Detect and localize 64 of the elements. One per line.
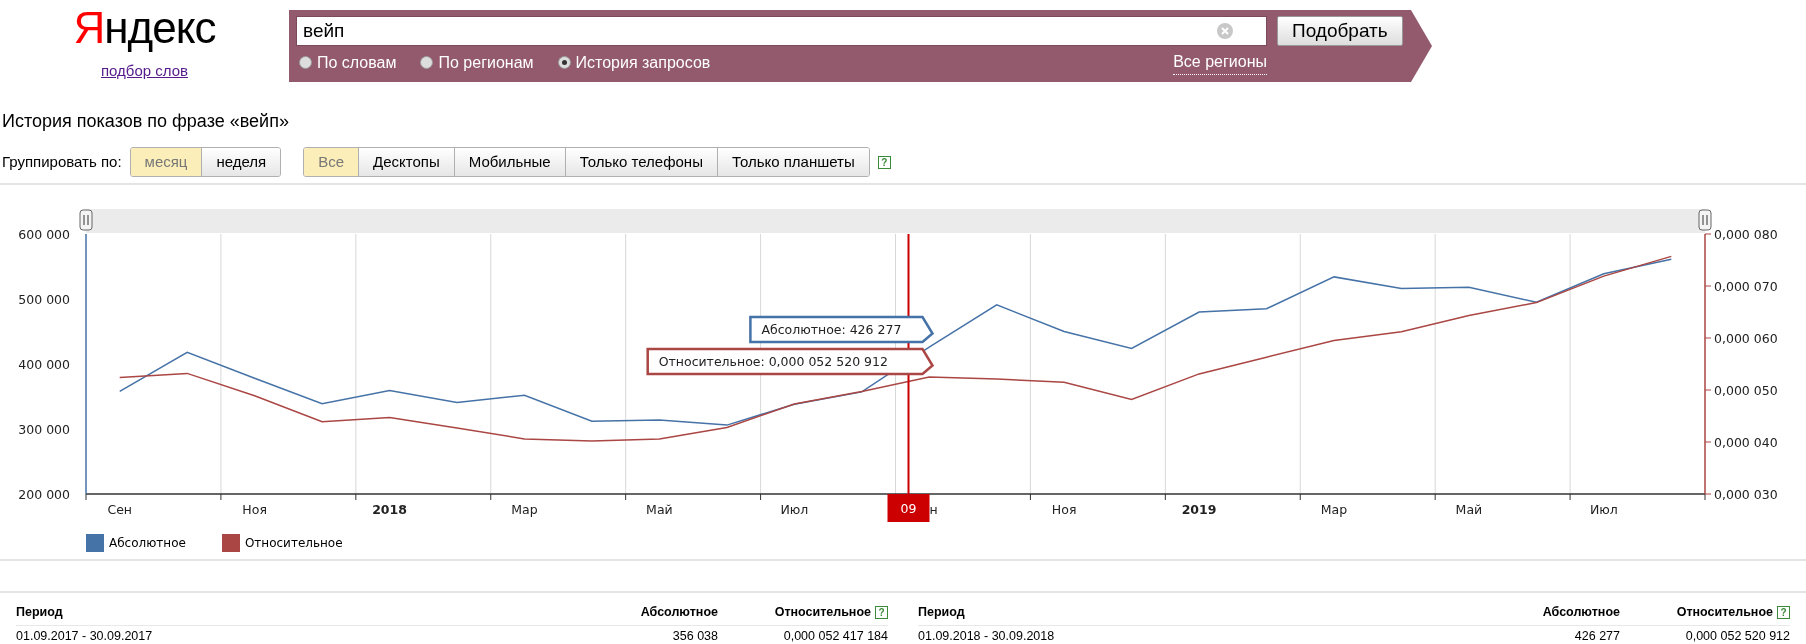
legend-label: Относительное (244, 535, 343, 552)
toggle-button[interactable]: неделя (201, 148, 281, 176)
toggle-button[interactable]: месяц (130, 148, 202, 176)
axis-label: 0,000 070 (1714, 279, 1778, 294)
column-header[interactable]: Период (16, 605, 63, 619)
tooltip-text: Абсолютное: 426 277 (761, 322, 902, 337)
axis-label: 0,000 040 (1714, 435, 1778, 450)
axis-label: 2018 (372, 502, 407, 517)
toggle-button[interactable]: Только планшеты (716, 148, 869, 176)
axis-label: 500 000 (18, 292, 70, 307)
legend-swatch (86, 534, 104, 552)
table-cell-text: 356 038 (671, 628, 718, 644)
radio-option[interactable]: По словам (299, 50, 397, 75)
axis-label: 200 000 (18, 487, 70, 502)
group-by-label: Группировать по: (2, 151, 122, 172)
axis-label: 400 000 (18, 357, 70, 372)
search-button[interactable]: Подобрать (1277, 16, 1403, 46)
axis-label: Ноя (242, 502, 267, 517)
legend-swatch (221, 534, 240, 552)
region-link[interactable]: Все регионы (1173, 50, 1267, 75)
radio-option[interactable]: По регионам (420, 50, 534, 75)
subtitle-link[interactable]: подбор слов (100, 60, 189, 83)
column-header[interactable]: Относительное (774, 605, 871, 619)
toggle-button[interactable]: Все (304, 148, 359, 176)
table-cell-text: 0,000 052 520 912 (1684, 628, 1790, 644)
toggle-button[interactable]: Десктопы (358, 148, 454, 176)
axis-label: Сен (107, 502, 133, 517)
axis-label: Июл (1589, 502, 1618, 517)
tooltip-text: Относительное: 0,000 052 520 912 (658, 354, 888, 369)
date-marker-label: 09 (900, 501, 917, 516)
page-heading: История показов по фразе «вейп» (2, 110, 290, 133)
axis-label: 0,000 060 (1714, 331, 1778, 346)
axis-label: 0,000 080 (1714, 227, 1778, 242)
date-marker (887, 494, 930, 522)
axis-label: 0,000 050 (1714, 383, 1778, 398)
axis-label: Мар (511, 502, 538, 517)
column-header[interactable]: Абсолютное (640, 605, 718, 619)
axis-label: Мар (1320, 502, 1348, 517)
toggle-button[interactable]: Мобильные (453, 148, 565, 176)
axis-label: Май (646, 502, 673, 517)
toggle-button[interactable]: Только телефоны (564, 148, 717, 176)
column-header[interactable]: Абсолютное (1542, 605, 1620, 619)
column-header[interactable]: Относительное (1676, 605, 1773, 619)
help-icon[interactable]: ? (875, 606, 888, 619)
axis-label: н (929, 502, 938, 517)
radio-option[interactable]: История запросов (557, 50, 711, 75)
axis-label: 600 000 (18, 227, 70, 242)
axis-label: Май (1455, 502, 1483, 517)
table-cell-text: 01.09.2018 - 30.09.2018 (918, 628, 1056, 644)
table-cell-text: 426 277 (1573, 628, 1620, 644)
help-icon[interactable]: ? (877, 155, 891, 169)
axis-label: 300 000 (18, 422, 70, 437)
legend-label: Абсолютное (109, 535, 186, 552)
column-header[interactable]: Период (918, 605, 965, 619)
axis-label: Ноя (1051, 502, 1077, 517)
table-cell-text: 01.09.2017 - 30.09.2017 (16, 628, 154, 644)
range-handle-icon[interactable] (1698, 209, 1712, 231)
axis-label: Июл (780, 502, 809, 517)
axis-label: 0,000 030 (1714, 487, 1778, 502)
help-icon[interactable]: ? (1777, 606, 1790, 619)
logo: Яндекс (73, 6, 216, 50)
range-handle-icon[interactable] (79, 209, 93, 231)
table-cell-text: 0,000 052 417 184 (782, 628, 888, 644)
axis-label: 2019 (1181, 502, 1217, 517)
